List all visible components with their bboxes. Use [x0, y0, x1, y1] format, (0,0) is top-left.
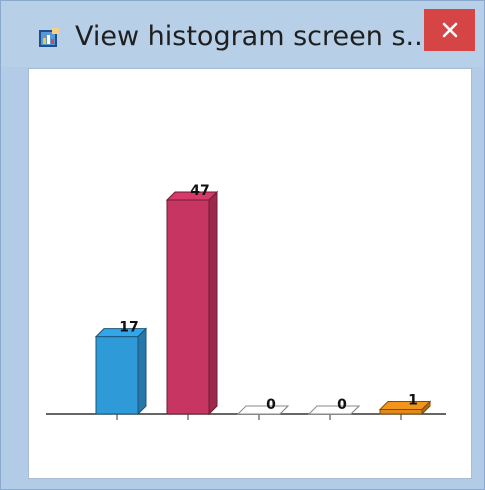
bar-0-front	[95, 336, 139, 415]
title-bar[interactable]: View histogram screen s...	[1, 1, 484, 67]
histogram-chart: 17 47 0 0 1	[46, 183, 446, 420]
bar-4-value-label: 1	[408, 392, 418, 408]
bar-2-value-label: 0	[266, 397, 276, 413]
bar-0-side	[137, 327, 147, 416]
close-icon	[442, 22, 457, 38]
window-title: View histogram screen s...	[75, 21, 432, 52]
histogram-app-icon	[39, 28, 59, 47]
bar-1-value-label: 47	[190, 183, 209, 199]
histogram-window: View histogram screen s... 17 47 0 0 1	[0, 0, 485, 490]
close-button[interactable]	[424, 9, 475, 51]
bar-1-side	[208, 190, 218, 416]
chart-area: 17 47 0 0 1	[28, 68, 472, 479]
bar-3-value-label: 0	[337, 397, 347, 413]
bar-0-value-label: 17	[119, 320, 138, 336]
bar-4-front	[379, 408, 423, 415]
bar-1-front	[166, 199, 210, 415]
